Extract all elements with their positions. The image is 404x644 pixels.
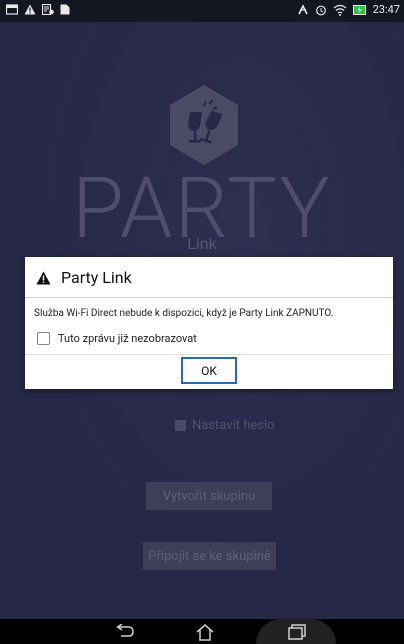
- checkbox-box[interactable]: [175, 420, 186, 431]
- document-icon: [60, 4, 70, 15]
- party-link-logo-icon: [170, 85, 238, 165]
- alert-dialog: Party Link Služba Wi-Fi Direct nebude k …: [25, 257, 393, 389]
- dialog-message: Služba Wi-Fi Direct nebude k dispozici, …: [34, 308, 334, 319]
- home-button[interactable]: [190, 620, 220, 644]
- warning-icon: [36, 271, 51, 284]
- dialog-title-row: Party Link: [36, 268, 132, 287]
- home-icon: [196, 624, 214, 641]
- back-button[interactable]: [110, 620, 140, 644]
- party-link-icon: [297, 3, 308, 14]
- sync-icon: [42, 4, 54, 15]
- navigation-bar: [0, 619, 404, 644]
- dialog-button-divider: [25, 354, 393, 355]
- join-group-button[interactable]: Připojit se ke skupině: [143, 542, 276, 570]
- notification-icon: [6, 4, 18, 15]
- battery-charging-icon: [352, 4, 366, 15]
- recent-apps-icon: [288, 624, 306, 640]
- ok-button[interactable]: OK: [181, 357, 237, 384]
- back-icon: [116, 624, 134, 637]
- create-group-button[interactable]: Vytvořit skupinu: [146, 482, 272, 510]
- status-bar: 23:47: [0, 0, 404, 22]
- alarm-icon: [315, 5, 326, 15]
- checkbox-box[interactable]: [37, 332, 50, 345]
- status-right-icons: 23:47: [297, 3, 400, 16]
- recent-apps-button[interactable]: [282, 620, 312, 644]
- status-left-icons: [6, 4, 70, 15]
- dont-show-again-label: Tuto zprávu již nezobrazovat: [58, 332, 197, 345]
- wifi-icon: [333, 4, 347, 16]
- set-password-label: Nastavit heslo: [192, 418, 275, 433]
- app-subtitle: Link: [187, 234, 217, 253]
- warning-icon: [24, 4, 36, 15]
- set-password-checkbox[interactable]: Nastavit heslo: [175, 418, 275, 433]
- status-time: 23:47: [372, 3, 400, 16]
- dialog-divider: [25, 297, 393, 298]
- dialog-title: Party Link: [61, 268, 132, 287]
- dont-show-again-checkbox[interactable]: Tuto zprávu již nezobrazovat: [37, 332, 197, 345]
